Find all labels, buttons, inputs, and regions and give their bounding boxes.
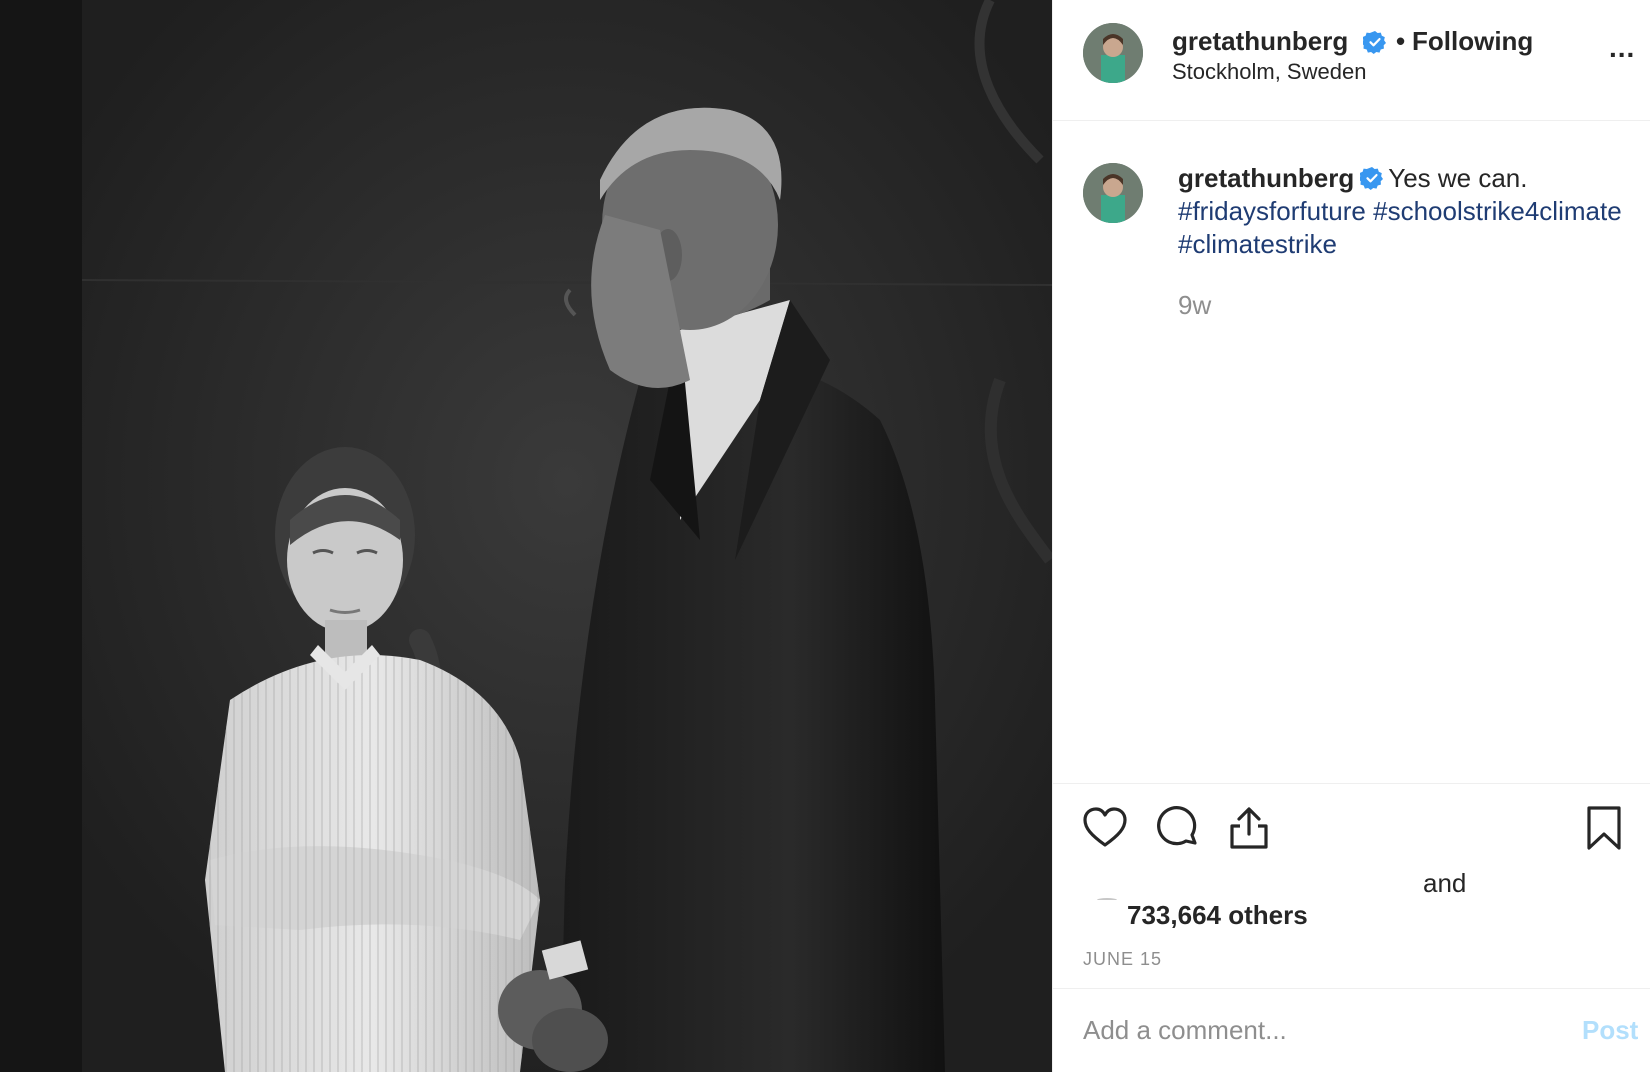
avatar-image-icon bbox=[1083, 23, 1143, 83]
hashtag-link[interactable]: #climatestrike bbox=[1178, 229, 1337, 259]
bookmark-icon[interactable] bbox=[1580, 804, 1628, 852]
caption-avatar[interactable] bbox=[1083, 163, 1143, 223]
avatar[interactable] bbox=[1083, 23, 1143, 83]
verified-badge-icon bbox=[1360, 167, 1384, 190]
caption-text: Yes we can. bbox=[1388, 163, 1528, 193]
heart-icon[interactable] bbox=[1081, 804, 1129, 852]
post-side-panel: gretathunberg • Following Stockholm, Swe… bbox=[1052, 0, 1650, 1072]
photo-illustration bbox=[0, 0, 1052, 1072]
following-button[interactable]: Following bbox=[1412, 26, 1533, 57]
likes-count[interactable]: 733,664 others bbox=[1127, 900, 1308, 931]
verified-badge-icon bbox=[1363, 31, 1386, 54]
caption-time-ago[interactable]: 9w bbox=[1178, 290, 1211, 321]
more-options-icon[interactable]: ... bbox=[1609, 34, 1643, 68]
post-actions: and 733,664 others JUNE 15 bbox=[1053, 783, 1650, 988]
post-comment-button[interactable]: Post bbox=[1582, 1015, 1638, 1046]
post-date[interactable]: JUNE 15 bbox=[1083, 949, 1162, 970]
share-icon[interactable] bbox=[1225, 804, 1273, 852]
comment-icon[interactable] bbox=[1153, 804, 1201, 852]
hashtag-link[interactable]: #schoolstrike4climate bbox=[1373, 196, 1622, 226]
post-location[interactable]: Stockholm, Sweden bbox=[1172, 59, 1366, 85]
post-header: gretathunberg • Following Stockholm, Swe… bbox=[1053, 0, 1650, 121]
caption-username[interactable]: gretathunberg bbox=[1178, 163, 1354, 193]
header-separator: • bbox=[1396, 26, 1406, 56]
comment-bar: Post bbox=[1053, 988, 1650, 1072]
likes-and-text: and bbox=[1423, 868, 1467, 898]
instagram-post: gretathunberg • Following Stockholm, Swe… bbox=[0, 0, 1650, 1072]
avatar-image-icon bbox=[1083, 163, 1143, 223]
caption: gretathunberg Yes we can. #fridaysforfut… bbox=[1178, 162, 1648, 261]
liker-avatar bbox=[1097, 898, 1117, 902]
hashtag-link[interactable]: #fridaysforfuture bbox=[1178, 196, 1366, 226]
post-photo[interactable] bbox=[0, 0, 1052, 1072]
header-username[interactable]: gretathunberg bbox=[1172, 26, 1348, 57]
comment-input[interactable] bbox=[1083, 1005, 1553, 1055]
